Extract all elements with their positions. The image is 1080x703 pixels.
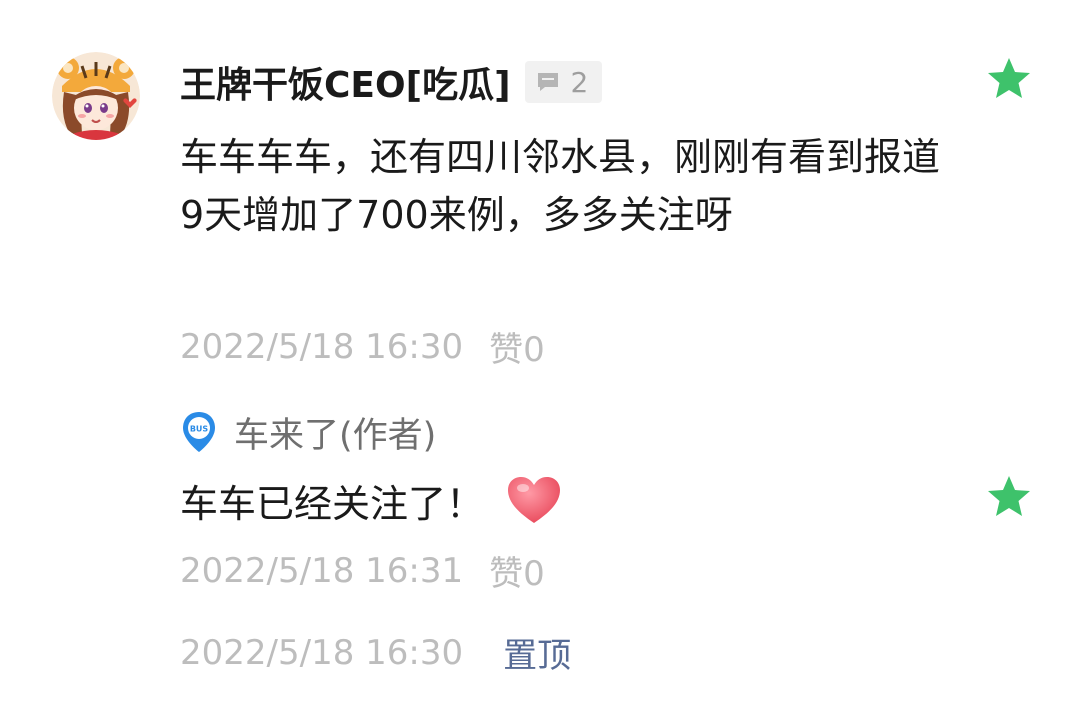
pin-button[interactable]: 置顶 xyxy=(503,628,571,677)
comment-timestamp: 2022/5/18 16:30 xyxy=(180,326,464,367)
reply-like-button[interactable]: 赞0 xyxy=(489,546,545,595)
footer-meta: 2022/5/18 16:30 置顶 xyxy=(180,628,571,677)
user-avatar[interactable] xyxy=(52,52,140,140)
username[interactable]: 王牌干饭CEO[吃瓜] xyxy=(180,56,511,108)
comment-bubble-icon xyxy=(537,73,558,91)
footer-timestamp: 2022/5/18 16:30 xyxy=(180,632,464,673)
star-icon[interactable] xyxy=(986,474,1032,520)
reply-meta: 2022/5/18 16:31 赞0 xyxy=(180,546,545,595)
heart-icon xyxy=(508,477,561,523)
star-icon[interactable] xyxy=(986,56,1032,102)
reply-author-name[interactable]: 车来了(作者) xyxy=(234,407,436,458)
avatar-image xyxy=(52,52,140,140)
bus-location-icon: BUS xyxy=(183,412,215,452)
like-button[interactable]: 赞0 xyxy=(489,322,545,371)
reply-author-row: BUS 车来了(作者) xyxy=(180,408,436,456)
comment-meta: 2022/5/18 16:30 赞0 xyxy=(180,322,545,371)
comment-text: 车车车车，还有四川邻水县，刚刚有看到报道9天增加了700来例，多多关注呀 xyxy=(180,135,941,237)
reply-text: 车车已经关注了！ xyxy=(180,481,485,526)
reply-count-badge[interactable]: 2 xyxy=(524,61,603,103)
svg-text:BUS: BUS xyxy=(190,425,209,434)
reply-timestamp: 2022/5/18 16:31 xyxy=(180,550,464,591)
comment-header: 王牌干饭CEO[吃瓜] 2 xyxy=(180,56,603,108)
reply-text-row: 车车已经关注了！ xyxy=(180,470,562,530)
reply-count: 2 xyxy=(570,65,589,99)
